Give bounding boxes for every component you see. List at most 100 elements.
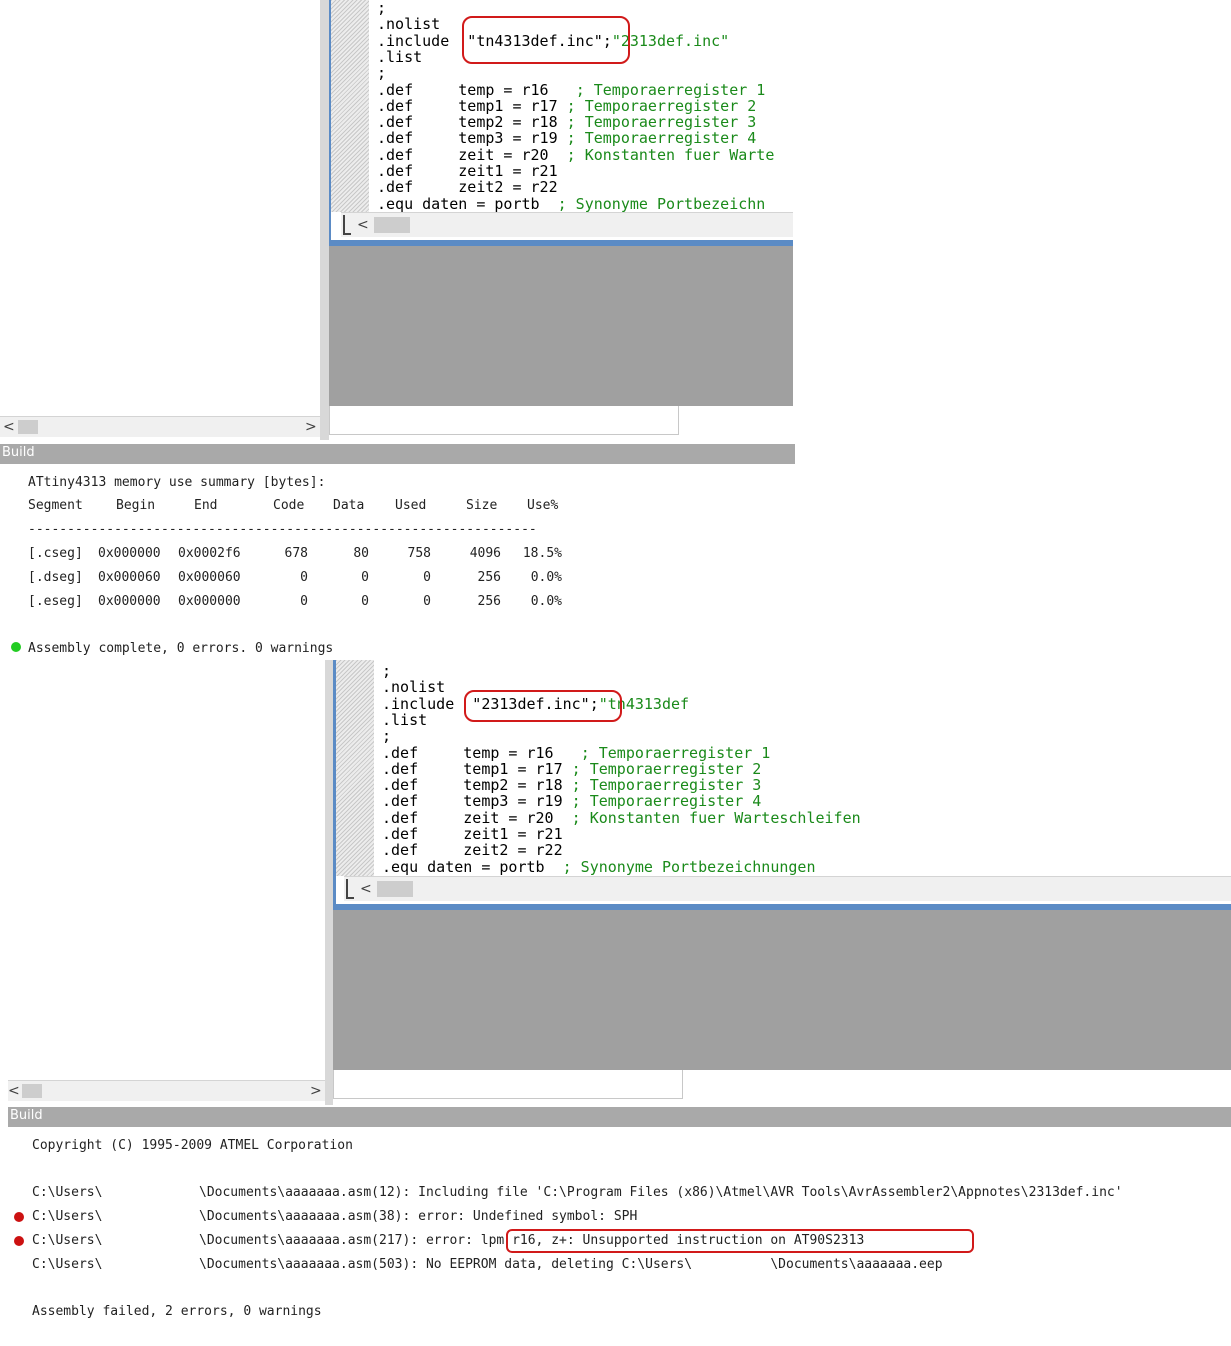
code-text: ; — [377, 64, 387, 83]
summary-cell: [.eseg] — [28, 594, 83, 609]
code-line[interactable]: .equ daten = portb ; Synonyme Portbezeic… — [382, 859, 816, 875]
summary-cell: [.dseg] — [28, 570, 83, 585]
top-build-titlebar: Build — [0, 444, 795, 464]
code-line[interactable]: .nolist — [377, 16, 440, 32]
memory-summary-title: ATtiny4313 memory use summary [bytes]: — [28, 475, 326, 490]
summary-cell: 0x000060 — [98, 570, 161, 585]
code-text: .list — [382, 710, 428, 729]
code-line[interactable]: .def zeit1 = r21 — [377, 163, 558, 179]
code-line[interactable]: .def temp2 = r18 ; Temporaerregister 3 — [377, 114, 756, 130]
summary-column-header: Size — [466, 498, 498, 513]
code-line[interactable]: .def temp = r16 ; Temporaerregister 1 — [382, 745, 770, 761]
code-line[interactable]: ; — [382, 663, 391, 679]
summary-column-header: Use% — [527, 498, 559, 513]
code-line[interactable]: ; — [377, 65, 386, 81]
code-comment: ; Temporaerregister 4 — [571, 792, 762, 811]
code-line[interactable]: .def zeit1 = r21 — [382, 826, 563, 842]
scroll-right-arrow-icon[interactable]: > — [310, 1083, 322, 1099]
bottom-editor-hscrollbar[interactable]: < — [344, 876, 1231, 901]
scroll-left-arrow-icon[interactable]: < — [8, 1083, 20, 1099]
bottom-splitter[interactable] — [325, 660, 333, 1105]
scroll-left-arrow-icon[interactable]: < — [360, 881, 372, 897]
message-path[interactable]: C:\Users\ — [32, 1233, 102, 1249]
bottom-build-titlebar: Build — [8, 1107, 1231, 1127]
code-text: .nolist — [382, 678, 446, 697]
scroll-thumb[interactable] — [18, 420, 38, 434]
code-text: .def zeit2 = r22 — [377, 178, 558, 197]
code-line[interactable]: .def temp3 = r19 ; Temporaerregister 4 — [382, 793, 761, 809]
top-build-status: Assembly complete, 0 errors. 0 warnings — [28, 641, 334, 656]
message-detail[interactable]: \Documents\aaaaaaa.asm(38): error: Undef… — [199, 1209, 637, 1225]
code-comment: ; Synonyme Portbezeichnungen — [562, 857, 816, 876]
code-line[interactable]: ; — [382, 728, 391, 744]
code-line[interactable]: .def zeit2 = r22 — [382, 842, 563, 858]
code-line[interactable]: .def temp1 = r17 ; Temporaerregister 2 — [377, 98, 756, 114]
message-path[interactable]: C:\Users\ — [32, 1185, 102, 1201]
bottom-project-hscrollbar[interactable]: < > — [8, 1080, 325, 1101]
code-comment: ; Temporaerregister 4 — [566, 129, 757, 148]
top-include-highlight — [462, 16, 630, 64]
build-panel-title: Build — [10, 1108, 43, 1123]
code-line[interactable]: .list — [377, 49, 422, 65]
scroll-thumb[interactable] — [374, 217, 410, 233]
code-text: .def temp1 = r17 — [377, 96, 567, 115]
summary-cell: 256 — [477, 570, 501, 585]
code-text: .equ daten = portb — [377, 194, 558, 213]
code-line[interactable]: .def temp2 = r18 ; Temporaerregister 3 — [382, 777, 761, 793]
summary-cell: 0 — [300, 570, 308, 585]
code-comment: ; Synonyme Portbezeichn — [557, 194, 766, 213]
code-line[interactable]: .def temp3 = r19 ; Temporaerregister 4 — [377, 130, 756, 146]
code-text: .def zeit = r20 — [377, 145, 567, 164]
bottom-editor-gutter — [336, 660, 374, 876]
summary-cell: 0.0% — [530, 570, 562, 585]
bottom-build-status: Assembly failed, 2 errors, 0 warnings — [32, 1304, 322, 1319]
summary-cell: [.cseg] — [28, 546, 83, 561]
scroll-left-arrow-icon[interactable]: < — [3, 419, 15, 435]
message-detail[interactable]: \Documents\aaaaaaa.asm(503): No EEPROM d… — [199, 1257, 943, 1273]
code-comment: ; Temporaerregister 3 — [566, 113, 757, 132]
code-text: .def temp3 = r19 — [377, 129, 567, 148]
code-text: .def zeit1 = r21 — [382, 825, 563, 843]
code-line[interactable]: .nolist — [382, 679, 445, 695]
scroll-left-arrow-icon[interactable]: < — [357, 217, 369, 233]
scroll-thumb[interactable] — [22, 1084, 42, 1098]
top-document-tabs[interactable] — [329, 406, 679, 435]
top-project-hscrollbar[interactable]: < > — [0, 416, 320, 437]
scroll-thumb[interactable] — [377, 881, 413, 897]
code-comment: ; Temporaerregister 1 — [575, 80, 766, 99]
message-detail[interactable]: \Documents\aaaaaaa.asm(12): Including fi… — [199, 1185, 1123, 1201]
code-line[interactable]: .def temp = r16 ; Temporaerregister 1 — [377, 82, 765, 98]
top-splitter[interactable] — [320, 0, 329, 440]
build-panel-title: Build — [2, 445, 35, 460]
copyright-line: Copyright (C) 1995-2009 ATMEL Corporatio… — [32, 1138, 353, 1153]
message-path[interactable]: C:\Users\ — [32, 1257, 102, 1273]
code-line[interactable]: .list — [382, 712, 427, 728]
code-line[interactable]: ; — [377, 0, 386, 16]
code-line[interactable]: .def temp1 = r17 ; Temporaerregister 2 — [382, 761, 761, 777]
code-line[interactable]: .def zeit = r20 ; Konstanten fuer Warte — [377, 147, 774, 163]
summary-cell: 758 — [407, 546, 431, 561]
summary-cell: 4096 — [469, 546, 501, 561]
code-line[interactable]: .def zeit2 = r22 — [377, 179, 558, 195]
code-text: .list — [377, 47, 423, 66]
top-mdi-background — [329, 246, 793, 406]
code-text: .def zeit2 = r22 — [382, 841, 563, 860]
code-line[interactable]: .def zeit = r20 ; Konstanten fuer Wartes… — [382, 810, 861, 826]
summary-column-header: Segment — [28, 498, 83, 513]
top-editor-hscrollbar[interactable]: < — [341, 212, 793, 237]
code-comment: ; Temporaerregister 1 — [580, 743, 771, 762]
code-comment: ; Temporaerregister 2 — [566, 96, 757, 115]
message-path[interactable]: C:\Users\ — [32, 1209, 102, 1225]
summary-column-header: Used — [395, 498, 427, 513]
code-text: .def zeit1 = r21 — [377, 162, 558, 180]
code-text: ; — [382, 727, 392, 746]
scroll-right-arrow-icon[interactable]: > — [305, 419, 317, 435]
code-comment: ; Temporaerregister 2 — [571, 759, 762, 778]
error-status-icon — [14, 1212, 24, 1222]
summary-cell: 678 — [284, 546, 308, 561]
code-line[interactable]: .equ daten = portb ; Synonyme Portbezeic… — [377, 196, 765, 212]
summary-cell: 0 — [423, 594, 431, 609]
bottom-document-tabs[interactable] — [333, 1070, 683, 1099]
code-text: .def temp = r16 — [382, 743, 581, 762]
success-status-icon — [11, 642, 21, 652]
